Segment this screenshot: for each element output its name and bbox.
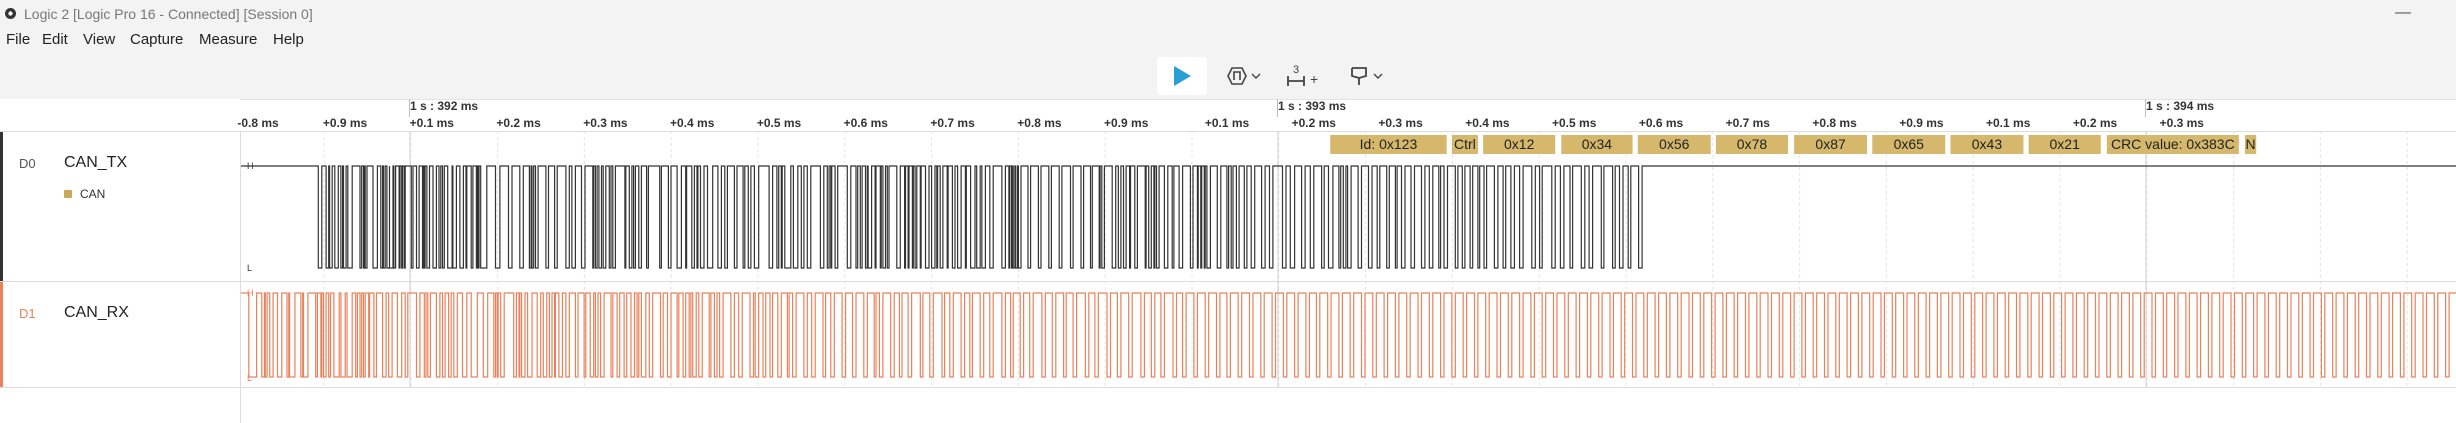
decoded-frame-label: N	[2246, 136, 2256, 152]
high-level-label: H	[247, 288, 254, 298]
decoded-frame-label: 0x56	[1659, 136, 1690, 152]
high-level-label: H	[247, 161, 254, 171]
decoded-frame-label: 0x78	[1737, 136, 1768, 152]
waveform-area[interactable]: H L H L Id: 0x123 Ctrl 0x12 0x34 0x56 0x78 0x87 0x6…	[0, 0, 2456, 423]
decoded-frame[interactable]: Ctrl	[1451, 135, 1478, 154]
can-tx-waveform	[241, 165, 2456, 269]
low-level-label: L	[247, 263, 252, 273]
decoded-frame-label: 0x34	[1582, 136, 1613, 152]
decoded-frame[interactable]: 0x78	[1715, 135, 1789, 154]
decoded-frame-label: 0x43	[1972, 136, 2003, 152]
decoded-frame[interactable]: 0x43	[1950, 135, 2024, 154]
decoded-frame[interactable]: Id: 0x123	[1330, 135, 1447, 154]
low-level-label: L	[247, 373, 252, 383]
can-rx-waveform	[241, 292, 2456, 378]
decoded-frame-label: 0x12	[1504, 136, 1535, 152]
decoded-frame-label: CRC value: 0x383C	[2111, 136, 2235, 152]
decoded-frame[interactable]: 0x12	[1483, 135, 1556, 154]
decoded-frame[interactable]: CRC value: 0x383C	[2106, 135, 2239, 154]
decoded-frame-label: Ctrl	[1454, 136, 1476, 152]
decoded-frame-label: Id: 0x123	[1360, 136, 1418, 152]
decoded-frame[interactable]: N	[2244, 135, 2257, 154]
decoded-frame[interactable]: 0x56	[1637, 135, 1711, 154]
decoded-frame-label: 0x87	[1815, 136, 1846, 152]
decoded-frame-label: 0x21	[2050, 136, 2081, 152]
decoded-frame-label: 0x65	[1894, 136, 1925, 152]
decoded-frame[interactable]: 0x87	[1794, 135, 1868, 154]
decoded-frame[interactable]: 0x34	[1561, 135, 1633, 154]
decoded-frame[interactable]: 0x21	[2028, 135, 2101, 154]
decoded-frame[interactable]: 0x65	[1872, 135, 1946, 154]
